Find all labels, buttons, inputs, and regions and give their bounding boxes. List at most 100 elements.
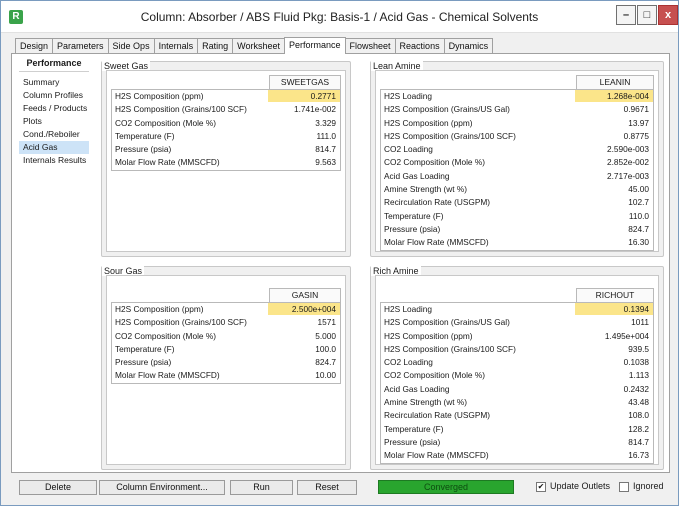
reset-button[interactable]: Reset: [297, 480, 357, 495]
row-value[interactable]: 10.00: [268, 369, 340, 381]
row-label: Molar Flow Rate (MMSCFD): [115, 370, 220, 381]
row-label: H2S Composition (Grains/100 SCF): [115, 317, 247, 328]
row-label: H2S Composition (Grains/100 SCF): [115, 104, 247, 115]
row-value[interactable]: 2.717e-003: [575, 170, 653, 182]
table-row: Amine Strength (wt %) 43.48: [381, 396, 653, 410]
table-row: H2S Composition (Grains/100 SCF) 1571: [112, 316, 340, 330]
row-label: Molar Flow Rate (MMSCFD): [115, 157, 220, 168]
table-row: CO2 Composition (Mole %) 1.113: [381, 369, 653, 383]
column-environment-button[interactable]: Column Environment...: [99, 480, 225, 495]
close-button[interactable]: x: [658, 5, 678, 25]
row-label: Molar Flow Rate (MMSCFD): [384, 237, 489, 248]
row-value[interactable]: 1.268e-004: [575, 90, 653, 103]
table-row: Recirculation Rate (USGPM) 108.0: [381, 409, 653, 423]
row-label: Pressure (psia): [115, 144, 172, 155]
row-value[interactable]: 13.97: [575, 117, 653, 129]
table-row: Pressure (psia) 824.7: [381, 223, 653, 237]
table-row: Molar Flow Rate (MMSCFD) 16.30: [381, 236, 653, 250]
row-value[interactable]: 2.500e+004: [268, 303, 340, 316]
update-outlets-checkbox[interactable]: ✔: [536, 482, 546, 492]
row-value[interactable]: 9.563: [268, 156, 340, 168]
table-row: CO2 Loading 0.1038: [381, 356, 653, 370]
row-value[interactable]: 5.000: [268, 330, 340, 342]
row-value[interactable]: 45.00: [575, 183, 653, 195]
tab-flowsheet[interactable]: Flowsheet: [344, 38, 396, 54]
rich-amine-panel: RICHOUT H2S Loading 0.1394 H2S Composition…: [375, 275, 659, 465]
row-value[interactable]: 100.0: [268, 343, 340, 355]
tab-rating[interactable]: Rating: [197, 38, 234, 54]
lean-amine-table: LEANIN H2S Loading 1.268e-004 H2S Composit…: [380, 75, 654, 251]
ignored-checkbox[interactable]: [619, 482, 629, 492]
row-value[interactable]: 0.8775: [575, 130, 653, 142]
tab-performance[interactable]: Performance: [283, 37, 346, 54]
row-label: Temperature (F): [115, 130, 175, 141]
tab-reactions[interactable]: Reactions: [394, 38, 445, 54]
row-label: CO2 Composition (Mole %): [384, 370, 485, 381]
row-label: Amine Strength (wt %): [384, 184, 467, 195]
row-value[interactable]: 3.329: [268, 117, 340, 129]
nav-item-plots[interactable]: Plots: [19, 115, 89, 128]
tab-internals[interactable]: Internals: [153, 38, 199, 54]
row-value[interactable]: 814.7: [575, 436, 653, 448]
run-button[interactable]: Run: [230, 480, 293, 495]
table-row: H2S Composition (Grains/100 SCF) 1.741e-0…: [112, 103, 340, 117]
sweet-gas-column-header: SWEETGAS: [269, 75, 341, 89]
row-value[interactable]: 108.0: [575, 409, 653, 421]
row-value[interactable]: 16.73: [575, 449, 653, 461]
tab-strip: Design Parameters Side Ops Internals Rating W…: [15, 37, 494, 54]
row-value[interactable]: 0.1394: [575, 303, 653, 316]
row-value[interactable]: 1011: [575, 316, 653, 328]
maximize-button[interactable]: □: [637, 5, 657, 25]
table-row: Temperature (F) 111.0: [112, 130, 340, 144]
row-value[interactable]: 2.590e-003: [575, 143, 653, 155]
row-value[interactable]: 1.113: [575, 369, 653, 381]
nav-item-column-profiles[interactable]: Column Profiles: [19, 89, 89, 102]
row-value[interactable]: 16.30: [575, 236, 653, 248]
row-value[interactable]: 43.48: [575, 396, 653, 408]
nav-item-acid-gas[interactable]: Acid Gas: [19, 141, 89, 154]
tab-parameters[interactable]: Parameters: [52, 38, 109, 54]
lean-amine-column-header: LEANIN: [576, 75, 654, 89]
minimize-button[interactable]: –: [616, 5, 636, 25]
row-label: Acid Gas Loading: [384, 383, 450, 394]
row-label: Temperature (F): [115, 343, 175, 354]
tab-dynamics[interactable]: Dynamics: [443, 38, 494, 54]
row-value[interactable]: 0.1038: [575, 356, 653, 368]
row-value[interactable]: 824.7: [575, 223, 653, 235]
row-value[interactable]: 824.7: [268, 356, 340, 368]
row-value[interactable]: 0.2771: [268, 90, 340, 103]
row-label: H2S Composition (Grains/100 SCF): [384, 343, 516, 354]
row-label: H2S Composition (ppm): [115, 91, 204, 101]
sweet-gas-group: Sweet Gas SWEETGAS H2S Composition (ppm)…: [101, 61, 351, 257]
tab-side-ops[interactable]: Side Ops: [107, 38, 155, 54]
row-label: CO2 Loading: [384, 144, 433, 155]
row-label: H2S Composition (ppm): [384, 330, 473, 341]
row-value[interactable]: 110.0: [575, 210, 653, 222]
table-row: Temperature (F) 110.0: [381, 210, 653, 223]
row-value[interactable]: 0.9671: [575, 103, 653, 115]
nav-item-internals-results[interactable]: Internals Results: [19, 154, 89, 167]
nav-item-feeds-products[interactable]: Feeds / Products: [19, 102, 89, 115]
tab-design[interactable]: Design: [15, 38, 54, 54]
nav-item-summary[interactable]: Summary: [19, 76, 89, 89]
row-value[interactable]: 128.2: [575, 423, 653, 435]
row-value[interactable]: 102.7: [575, 196, 653, 208]
row-value[interactable]: 1.495e+004: [575, 330, 653, 342]
nav-item-cond-reboiler[interactable]: Cond./Reboiler: [19, 128, 89, 141]
lean-amine-group: Lean Amine LEANIN H2S Loading 1.268e-004 H…: [370, 61, 664, 257]
row-value[interactable]: 814.7: [268, 143, 340, 155]
column-window: R Column: Absorber / ABS Fluid Pkg: Basi…: [0, 0, 679, 506]
row-value[interactable]: 939.5: [575, 343, 653, 355]
table-row: Molar Flow Rate (MMSCFD) 16.73: [381, 449, 653, 463]
table-row: H2S Composition (Grains/US Gal) 0.9671: [381, 103, 653, 117]
row-value[interactable]: 111.0: [268, 130, 340, 142]
row-value[interactable]: 1571: [268, 316, 340, 328]
row-value[interactable]: 2.852e-002: [575, 156, 653, 168]
row-value[interactable]: 0.2432: [575, 383, 653, 395]
table-row: Recirculation Rate (USGPM) 102.7: [381, 196, 653, 210]
tab-worksheet[interactable]: Worksheet: [232, 38, 285, 54]
table-row: H2S Composition (ppm) 1.495e+004: [381, 330, 653, 343]
delete-button[interactable]: Delete: [19, 480, 97, 495]
rich-amine-rows: H2S Loading 0.1394 H2S Composition (Grains…: [380, 302, 654, 464]
row-value[interactable]: 1.741e-002: [268, 103, 340, 115]
